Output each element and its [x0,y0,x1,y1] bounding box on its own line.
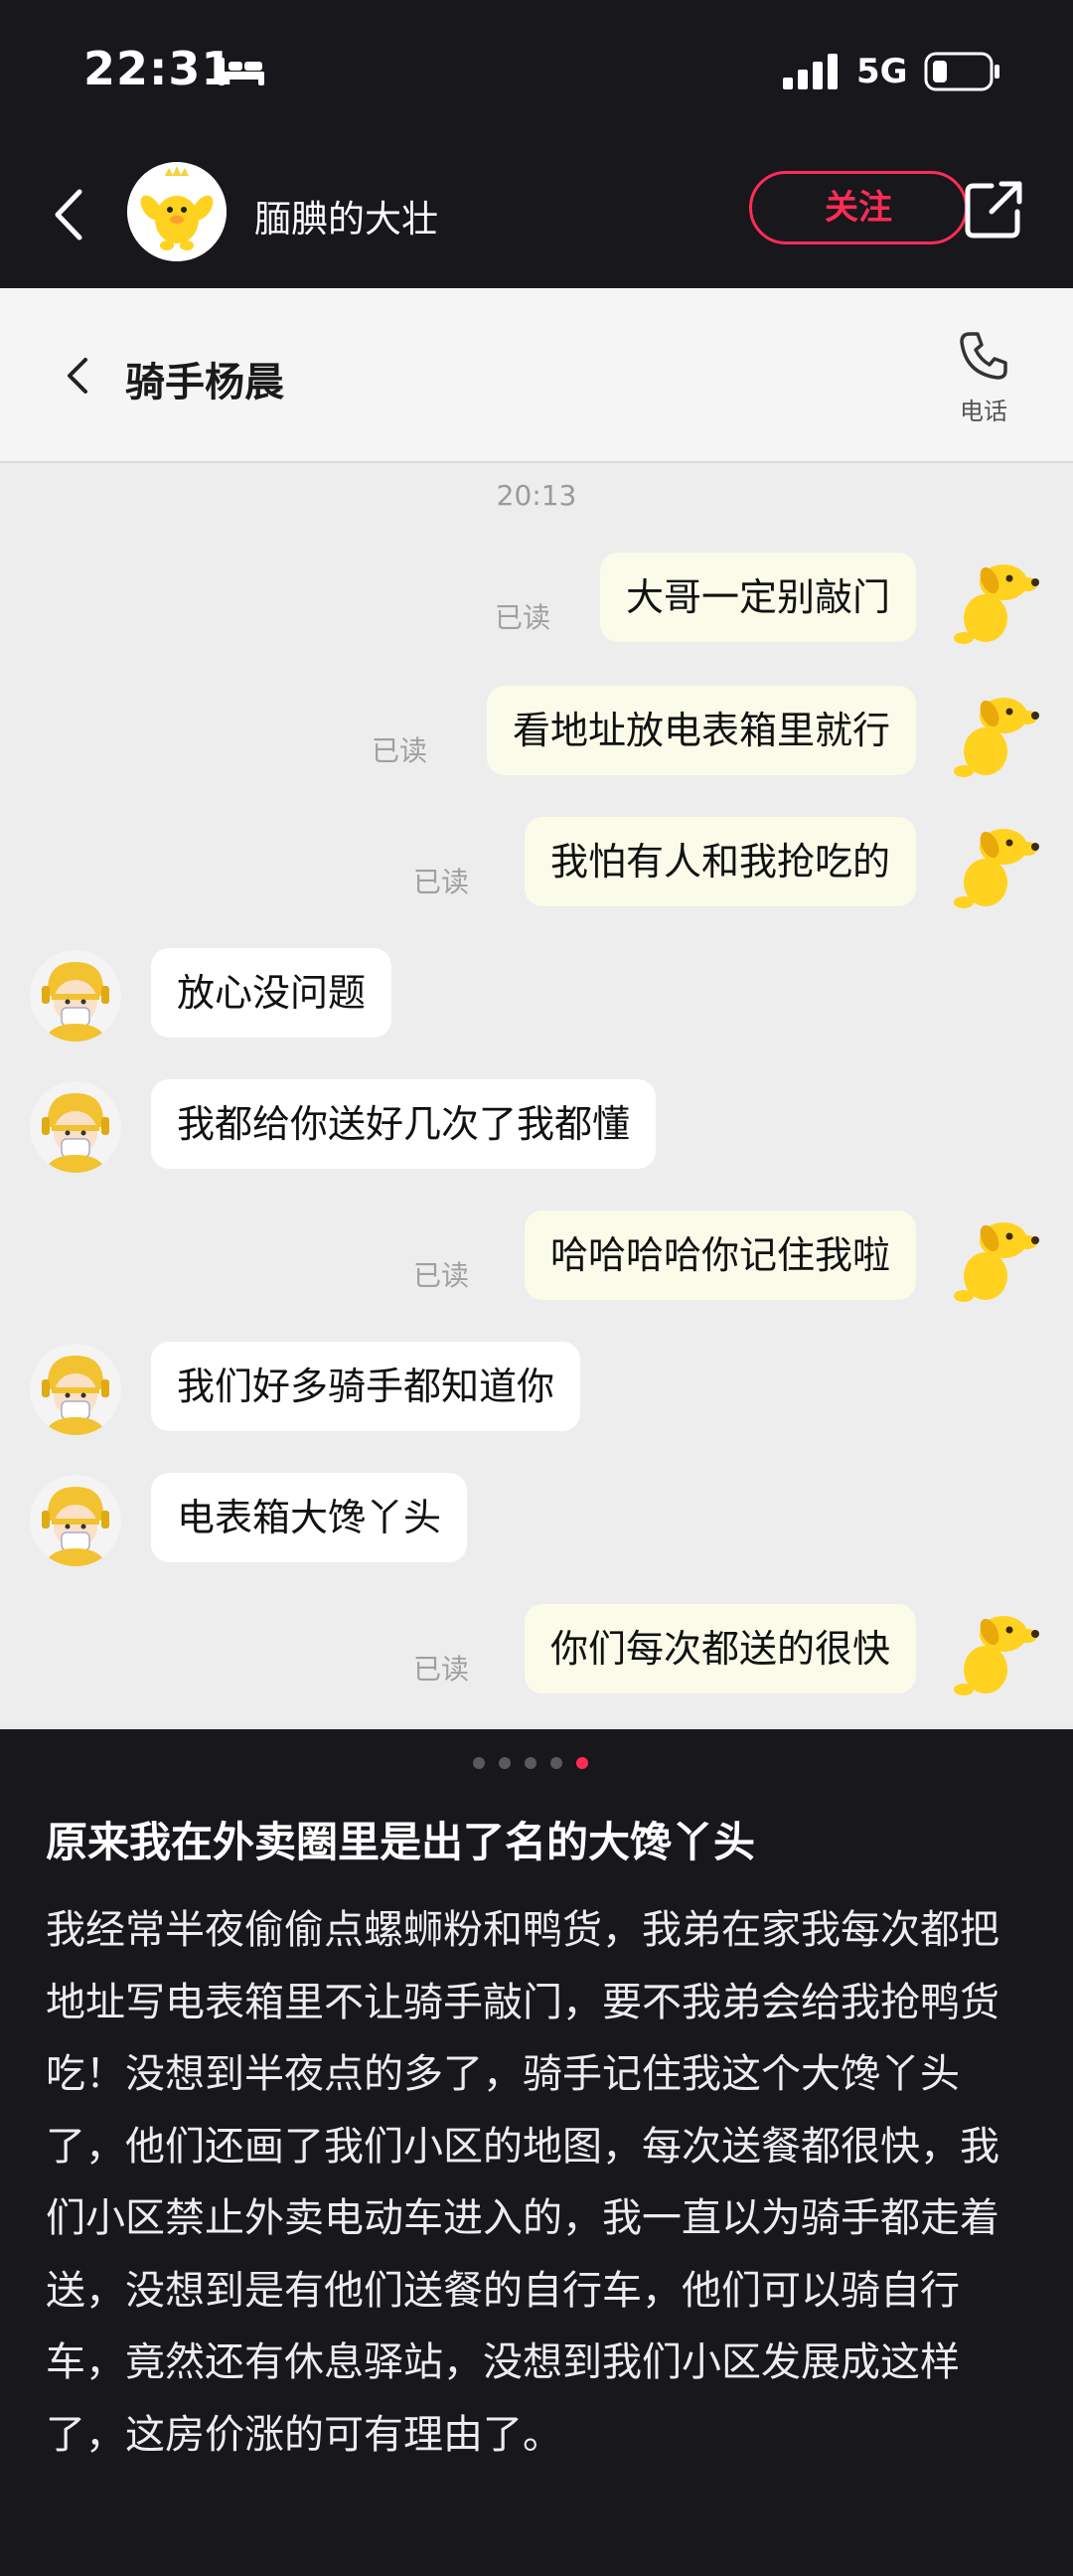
rider-avatar-icon [30,1081,121,1173]
network-label: 5G [856,52,908,91]
message-bubble-incoming: 我都给你送好几次了我都懂 [151,1079,657,1169]
rider-avatar-icon [30,1344,121,1435]
rider-avatar-icon [30,950,121,1042]
chat-timestamp: 20:13 [496,479,577,512]
follow-button[interactable]: 关注 [749,171,968,244]
status-bar: 22:31 5G [0,0,1073,144]
page-dot-active[interactable] [576,1757,588,1769]
read-receipt: 已读 [371,734,427,767]
message-row: 已读 大哥一定别敲门 [0,553,1073,648]
read-receipt: 已读 [412,1653,469,1686]
message-bubble-outgoing: 我怕有人和我抢吃的 [524,817,916,906]
message-bubble-outgoing: 大哥一定别敲门 [599,553,916,642]
message-row: 放心没问题 [0,948,1073,1044]
dog-avatar-icon [954,829,1039,908]
message-bubble-outgoing: 看地址放电表箱里就行 [486,686,916,775]
image-divider [0,1725,1073,1729]
post-title: 原来我在外卖圈里是出了名的大馋丫头 [46,1818,756,1866]
page-dot[interactable] [525,1757,536,1769]
duck-avatar-icon [127,162,227,261]
message-row: 已读 你们每次都送的很快 [0,1604,1073,1699]
author-name[interactable]: 腼腆的大壮 [254,189,438,242]
battery-icon [924,52,999,91]
dog-avatar-icon [954,1222,1039,1302]
message-row: 我们好多骑手都知道你 [0,1342,1073,1437]
chat-header: 骑手杨晨 电话 [0,288,1073,463]
page-dot[interactable] [550,1757,562,1769]
author-avatar[interactable] [127,162,227,261]
read-receipt: 已读 [412,1259,469,1292]
read-receipt: 已读 [412,866,469,898]
message-row: 已读 哈哈哈哈你记住我啦 [0,1210,1073,1306]
phone-icon [960,332,1007,380]
message-bubble-incoming: 电表箱大馋丫头 [151,1473,468,1562]
phone-label: 电话 [960,398,1007,425]
chat-screenshot-image: 骑手杨晨 电话 20:13 已读 大哥一定别敲门 已读 看地址放电表箱里就行 已… [0,288,1073,1727]
post-header: 腼腆的大壮 关注 [0,144,1073,288]
rider-avatar-icon [30,1475,121,1566]
page-dot[interactable] [499,1757,511,1769]
page-dot[interactable] [473,1757,485,1769]
message-row: 我都给你送好几次了我都懂 [0,1079,1073,1175]
bed-icon [219,58,264,85]
chat-title: 骑手杨晨 [125,360,284,405]
chat-back-icon [68,358,87,394]
share-icon[interactable] [962,178,1025,242]
message-bubble-incoming: 放心没问题 [151,948,392,1038]
message-bubble-outgoing: 你们每次都送的很快 [524,1604,916,1693]
read-receipt: 已读 [494,601,550,634]
dog-avatar-icon [954,564,1039,644]
message-bubble-outgoing: 哈哈哈哈你记住我啦 [524,1210,916,1300]
message-row: 电表箱大馋丫头 [0,1473,1073,1568]
post-body: 我经常半夜偷偷点螺蛳粉和鸭货，我弟在家我每次都把地址写电表箱里不让骑手敲门，要不… [46,1907,999,2458]
dog-avatar-icon [954,1616,1039,1695]
dog-avatar-icon [954,698,1039,777]
status-time: 22:31 [83,42,234,95]
message-bubble-incoming: 我们好多骑手都知道你 [151,1342,581,1431]
message-row: 已读 我怕有人和我抢吃的 [0,817,1073,912]
image-pagination [473,1757,600,1773]
back-arrow-icon[interactable] [46,180,95,249]
message-row: 已读 看地址放电表箱里就行 [0,686,1073,781]
signal-icon [783,54,838,89]
